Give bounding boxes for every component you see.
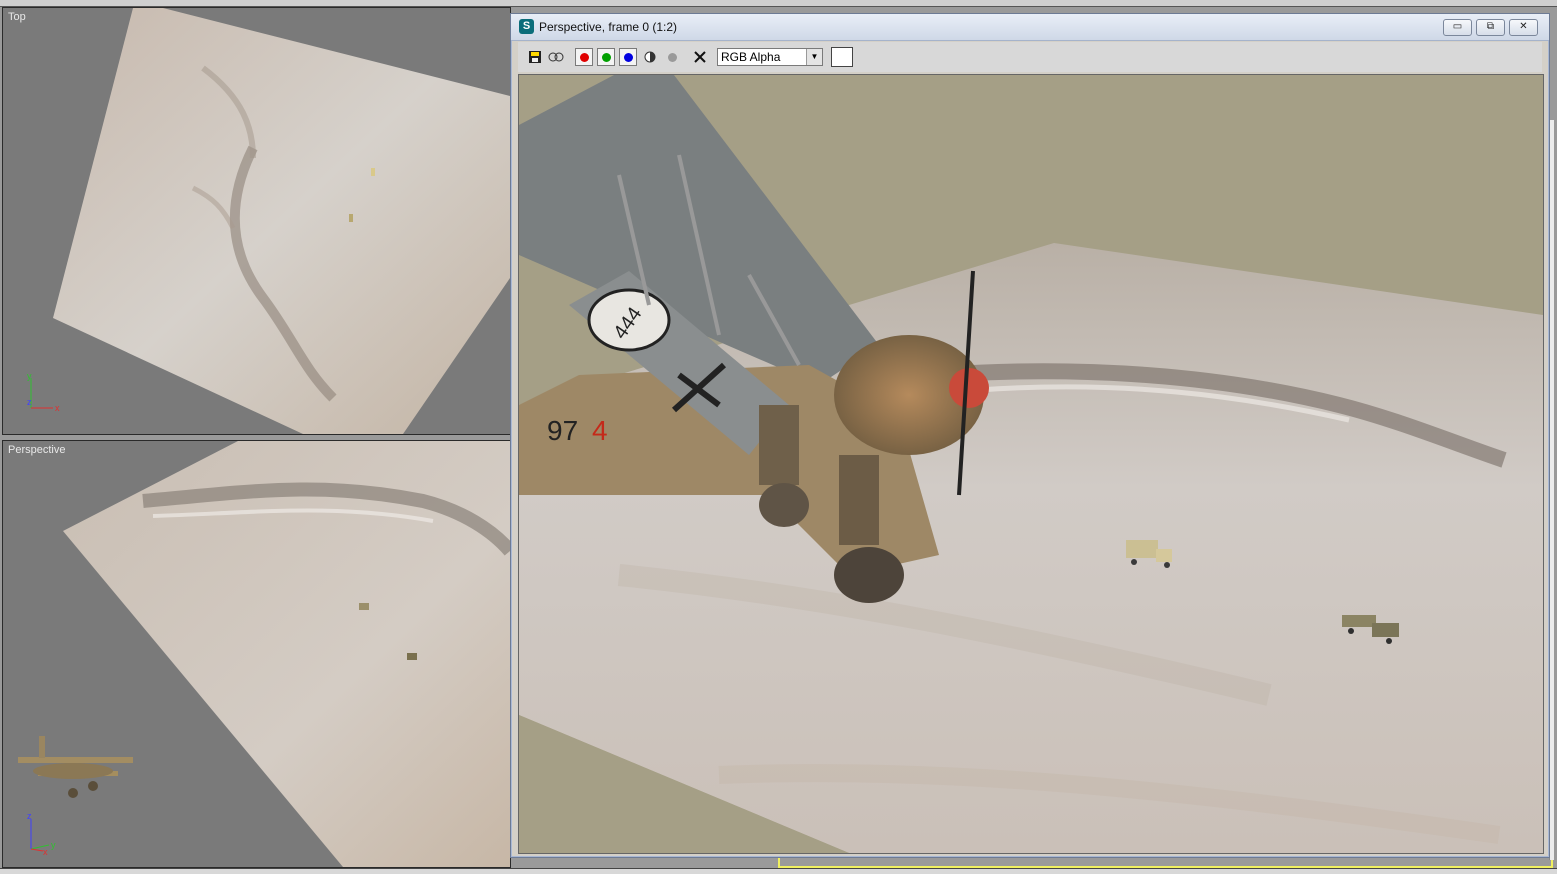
alpha-icon: [644, 51, 656, 63]
svg-text:y: y: [51, 840, 56, 850]
clear-button[interactable]: [691, 48, 709, 66]
color-swatch[interactable]: [831, 47, 853, 67]
render-toolbar: RGB Alpha ▼: [518, 42, 1542, 72]
main-window-top-edge: [0, 0, 1557, 7]
render-scene: 444 97 4: [519, 75, 1543, 853]
rendered-image: 444 97 4: [518, 74, 1544, 854]
active-viewport-highlight: [778, 858, 1553, 868]
truck-persp-1[interactable]: [359, 603, 369, 610]
render-window-title: Perspective, frame 0 (1:2): [539, 20, 678, 34]
truck-top-1[interactable]: [371, 168, 375, 176]
axis-tripod-persp: z y x: [27, 811, 56, 856]
svg-text:x: x: [43, 847, 48, 856]
alpha-channel-toggle[interactable]: [641, 48, 659, 66]
svg-text:97: 97: [547, 415, 578, 446]
clear-x-icon: [694, 51, 706, 63]
monochrome-toggle[interactable]: [663, 48, 681, 66]
save-image-button[interactable]: [526, 48, 544, 66]
red-channel-icon: [579, 52, 589, 62]
perspective-viewport-label[interactable]: Perspective: [8, 444, 65, 456]
channel-display-dropdown[interactable]: RGB Alpha ▼: [717, 48, 823, 66]
bottom-status-strip: [0, 868, 1557, 874]
chevron-down-icon[interactable]: ▼: [806, 49, 822, 65]
green-channel-toggle[interactable]: [597, 48, 615, 66]
render-frame-window[interactable]: S Perspective, frame 0 (1:2) ▭ ⧉ ✕ RGB A…: [510, 13, 1550, 858]
svg-text:y: y: [27, 373, 32, 381]
channel-display-value: RGB Alpha: [721, 50, 781, 64]
axis-tripod-top: y x z: [27, 373, 60, 413]
clone-window-button[interactable]: [547, 48, 565, 66]
3dsmax-app-icon: S: [519, 19, 534, 34]
restore-button[interactable]: ⧉: [1476, 19, 1505, 36]
aircraft-persp-icon[interactable]: [18, 736, 133, 798]
save-icon: [529, 51, 541, 63]
close-button[interactable]: ✕: [1509, 19, 1538, 36]
perspective-viewport-scene: [18, 441, 510, 867]
render-window-titlebar[interactable]: S Perspective, frame 0 (1:2) ▭ ⧉ ✕: [511, 14, 1549, 41]
monochrome-icon: [667, 52, 677, 62]
svg-text:4: 4: [592, 415, 608, 446]
top-viewport[interactable]: Top y x z: [2, 7, 511, 435]
blue-channel-toggle[interactable]: [619, 48, 637, 66]
top-viewport-scene: [53, 8, 510, 434]
svg-text:x: x: [55, 403, 60, 413]
perspective-viewport[interactable]: Perspective z y x: [2, 440, 511, 868]
green-channel-icon: [601, 52, 611, 62]
truck-top-2[interactable]: [349, 214, 353, 222]
terrain-plane-top: [53, 8, 510, 434]
clone-icon: [548, 52, 564, 62]
svg-text:z: z: [27, 397, 32, 407]
top-viewport-label[interactable]: Top: [8, 11, 26, 23]
minimize-button[interactable]: ▭: [1443, 19, 1472, 36]
svg-text:z: z: [27, 811, 32, 821]
blue-channel-icon: [623, 52, 633, 62]
red-channel-toggle[interactable]: [575, 48, 593, 66]
truck-persp-2[interactable]: [407, 653, 417, 660]
